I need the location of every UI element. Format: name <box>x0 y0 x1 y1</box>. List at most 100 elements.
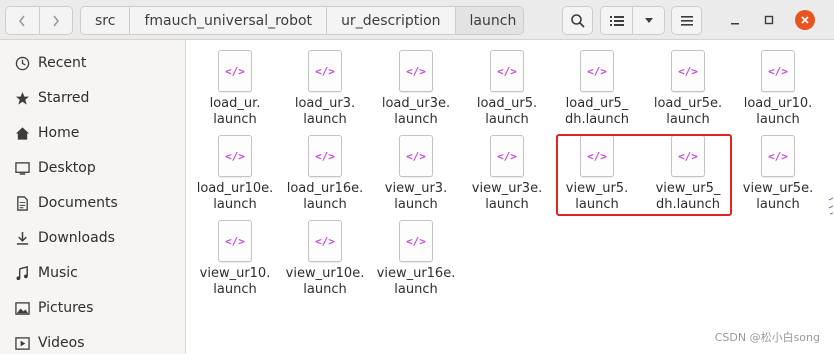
desktop-icon <box>14 160 30 176</box>
maximize-icon <box>764 15 774 25</box>
file-name: load_ur16e. launch <box>286 181 364 212</box>
star-icon <box>14 90 30 106</box>
code-file-icon: </> <box>490 135 524 177</box>
sidebar-item-label: Videos <box>38 335 85 351</box>
code-file-icon: </> <box>490 50 524 92</box>
file-item[interactable]: </> load_ur5e. launch <box>642 50 734 128</box>
close-button[interactable] <box>795 10 815 30</box>
file-grid: </> load_ur. launch </> load_ur3. launch <… <box>186 40 834 354</box>
file-name: load_ur. launch <box>209 96 261 127</box>
hamburger-menu-icon <box>680 15 693 26</box>
code-file-icon: </> <box>218 50 252 92</box>
file-item[interactable]: </> view_ur16e. launch <box>370 220 462 298</box>
breadcrumb-item[interactable]: ur_description <box>327 7 456 34</box>
code-file-icon: </> <box>218 220 252 262</box>
code-file-icon: </> <box>761 50 795 92</box>
sidebar-item-home[interactable]: Home <box>0 116 186 150</box>
file-item[interactable]: </> view_ur10e. launch <box>279 220 371 298</box>
file-item[interactable]: </> view_ur10. launch <box>189 220 281 298</box>
sidebar-item-label: Pictures <box>38 300 94 316</box>
window-edge-fragment <box>828 196 834 218</box>
file-item[interactable]: </> view_ur3e. launch <box>461 135 553 213</box>
sidebar-item-label: Home <box>38 125 80 141</box>
file-item[interactable]: </> load_ur10. launch <box>732 50 824 128</box>
home-icon <box>14 125 30 141</box>
file-item[interactable]: </> view_ur3. launch <box>370 135 462 213</box>
minimize-icon <box>731 23 739 25</box>
code-file-icon: </> <box>399 220 433 262</box>
menu-button[interactable] <box>671 6 702 35</box>
sidebar: Recent Starred Home Desktop Documents Do… <box>0 40 186 354</box>
document-icon <box>14 195 30 211</box>
code-file-icon: </> <box>671 50 705 92</box>
breadcrumb-current[interactable]: launch <box>455 7 523 34</box>
file-name: load_ur3e. launch <box>381 96 451 127</box>
sidebar-item-label: Downloads <box>38 230 115 246</box>
file-item[interactable]: </> load_ur5. launch <box>461 50 553 128</box>
file-name: load_ur5e. launch <box>653 96 723 127</box>
breadcrumb-current-label: launch <box>469 12 517 29</box>
code-file-icon: </> <box>399 135 433 177</box>
file-item[interactable]: </> load_ur16e. launch <box>279 135 371 213</box>
sidebar-item-desktop[interactable]: Desktop <box>0 151 186 185</box>
code-file-icon: </> <box>580 50 614 92</box>
video-icon <box>14 335 30 351</box>
sidebar-item-pictures[interactable]: Pictures <box>0 291 186 325</box>
sidebar-item-documents[interactable]: Documents <box>0 186 186 220</box>
file-name: view_ur3. launch <box>384 181 448 212</box>
breadcrumb-item[interactable]: fmauch_universal_robot <box>130 7 328 34</box>
file-item[interactable]: </> load_ur. launch <box>189 50 281 128</box>
file-name: view_ur3e. launch <box>471 181 543 212</box>
view-options-button[interactable] <box>632 7 664 34</box>
file-name: view_ur10. launch <box>199 266 271 297</box>
file-name: view_ur16e. launch <box>376 266 456 297</box>
minimize-button[interactable] <box>726 11 744 29</box>
code-file-icon: </> <box>308 50 342 92</box>
file-item[interactable]: </> load_ur3. launch <box>279 50 371 128</box>
chevron-left-icon <box>19 15 25 26</box>
code-file-icon: </> <box>308 135 342 177</box>
download-icon <box>14 230 30 246</box>
file-name: load_ur5. launch <box>476 96 538 127</box>
sidebar-item-videos[interactable]: Videos <box>0 326 186 360</box>
file-name: view_ur10e. launch <box>285 266 365 297</box>
sidebar-item-starred[interactable]: Starred <box>0 81 186 115</box>
breadcrumb-item[interactable]: src <box>81 7 131 34</box>
forward-button[interactable] <box>38 7 73 34</box>
list-view-icon <box>609 15 624 26</box>
code-file-icon: </> <box>308 220 342 262</box>
selection-highlight-box <box>556 134 732 216</box>
back-button[interactable] <box>6 7 39 34</box>
file-item[interactable]: </> load_ur5_ dh.launch <box>551 50 643 128</box>
pictures-icon <box>14 300 30 316</box>
search-button[interactable] <box>562 6 593 35</box>
watermark: CSDN @松小白song <box>714 331 820 344</box>
search-icon <box>570 13 585 28</box>
file-name: view_ur5e. launch <box>742 181 814 212</box>
view-toggle <box>600 6 665 35</box>
file-item[interactable]: </> load_ur3e. launch <box>370 50 462 128</box>
file-item[interactable]: </> view_ur5e. launch <box>732 135 824 213</box>
sidebar-item-downloads[interactable]: Downloads <box>0 221 186 255</box>
sidebar-item-recent[interactable]: Recent <box>0 46 186 80</box>
maximize-button[interactable] <box>760 11 778 29</box>
chevron-down-icon <box>644 17 653 23</box>
file-name: load_ur10. launch <box>743 96 813 127</box>
sidebar-item-music[interactable]: Music <box>0 256 186 290</box>
file-name: load_ur10e. launch <box>196 181 274 212</box>
file-name: load_ur5_ dh.launch <box>564 96 630 127</box>
sidebar-item-label: Desktop <box>38 160 96 176</box>
code-file-icon: </> <box>761 135 795 177</box>
header-bar: src fmauch_universal_robot ur_descriptio… <box>0 0 834 40</box>
close-icon <box>801 16 809 24</box>
chevron-right-icon <box>53 15 59 26</box>
sidebar-item-label: Documents <box>38 195 118 211</box>
sidebar-item-label: Music <box>38 265 78 281</box>
clock-icon <box>14 55 30 71</box>
file-name: load_ur3. launch <box>294 96 356 127</box>
sidebar-item-label: Starred <box>38 90 90 106</box>
file-item[interactable]: </> load_ur10e. launch <box>189 135 281 213</box>
list-view-button[interactable] <box>601 7 632 34</box>
code-file-icon: </> <box>399 50 433 92</box>
breadcrumb: src fmauch_universal_robot ur_descriptio… <box>80 6 524 35</box>
